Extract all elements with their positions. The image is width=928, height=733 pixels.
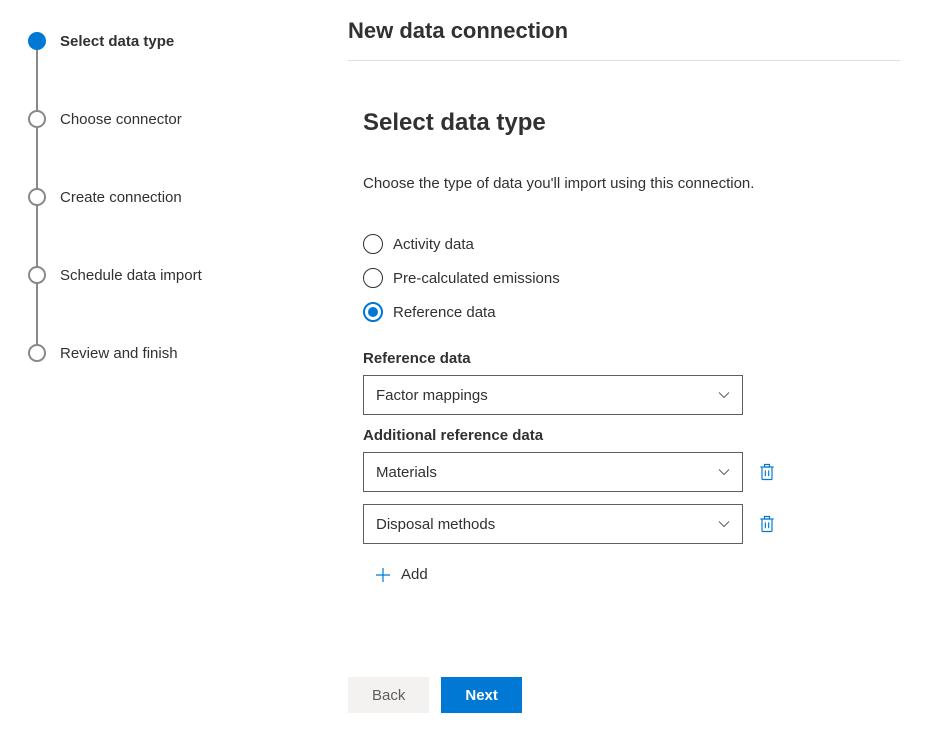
- section-heading: Select data type: [363, 109, 900, 137]
- page-header: New data connection: [348, 18, 900, 61]
- chevron-down-icon: [718, 518, 730, 530]
- step-label: Select data type: [60, 33, 174, 50]
- radio-icon: [363, 234, 383, 254]
- additional-select-1[interactable]: Materials: [363, 452, 743, 492]
- radio-activity-data[interactable]: Activity data: [363, 234, 900, 254]
- section-description: Choose the type of data you'll import us…: [363, 173, 783, 194]
- step-label: Review and finish: [60, 345, 178, 362]
- reference-data-label: Reference data: [363, 350, 900, 367]
- step-marker-icon: [28, 266, 46, 284]
- page-title: New data connection: [348, 18, 900, 44]
- step-review-and-finish[interactable]: Review and finish: [28, 344, 292, 362]
- next-button[interactable]: Next: [441, 677, 522, 713]
- step-label: Create connection: [60, 189, 182, 206]
- radio-icon: [363, 302, 383, 322]
- reference-data-select[interactable]: Factor mappings: [363, 375, 743, 415]
- radio-icon: [363, 268, 383, 288]
- main-panel: New data connection Select data type Cho…: [320, 0, 928, 733]
- chevron-down-icon: [718, 466, 730, 478]
- add-button[interactable]: Add: [363, 558, 440, 591]
- step-marker-icon: [28, 110, 46, 128]
- radio-label: Reference data: [393, 304, 496, 321]
- step-marker-icon: [28, 32, 46, 50]
- step-select-data-type[interactable]: Select data type: [28, 32, 292, 50]
- step-create-connection[interactable]: Create connection: [28, 188, 292, 206]
- step-choose-connector[interactable]: Choose connector: [28, 110, 292, 128]
- step-label: Choose connector: [60, 111, 182, 128]
- step-schedule-data-import[interactable]: Schedule data import: [28, 266, 292, 284]
- step-marker-icon: [28, 188, 46, 206]
- step-marker-icon: [28, 344, 46, 362]
- select-value: Disposal methods: [376, 516, 495, 533]
- radio-label: Pre-calculated emissions: [393, 270, 560, 287]
- step-connector: [36, 50, 38, 110]
- select-value: Materials: [376, 464, 437, 481]
- content-area: Select data type Choose the type of data…: [348, 61, 900, 665]
- radio-reference-data[interactable]: Reference data: [363, 302, 900, 322]
- radio-pre-calculated-emissions[interactable]: Pre-calculated emissions: [363, 268, 900, 288]
- select-value: Factor mappings: [376, 387, 488, 404]
- footer: Back Next: [348, 665, 900, 713]
- trash-icon[interactable]: [757, 513, 777, 535]
- plus-icon: [375, 567, 391, 583]
- additional-reference-data-label: Additional reference data: [363, 427, 900, 444]
- add-label: Add: [401, 566, 428, 583]
- step-connector: [36, 128, 38, 188]
- trash-icon[interactable]: [757, 461, 777, 483]
- step-list: Select data type Choose connector Create…: [28, 32, 292, 362]
- wizard-sidebar: Select data type Choose connector Create…: [0, 0, 320, 733]
- step-connector: [36, 284, 38, 344]
- radio-label: Activity data: [393, 236, 474, 253]
- chevron-down-icon: [718, 389, 730, 401]
- additional-select-2[interactable]: Disposal methods: [363, 504, 743, 544]
- data-type-radio-group: Activity data Pre-calculated emissions R…: [363, 234, 900, 322]
- step-connector: [36, 206, 38, 266]
- back-button[interactable]: Back: [348, 677, 429, 713]
- step-label: Schedule data import: [60, 267, 202, 284]
